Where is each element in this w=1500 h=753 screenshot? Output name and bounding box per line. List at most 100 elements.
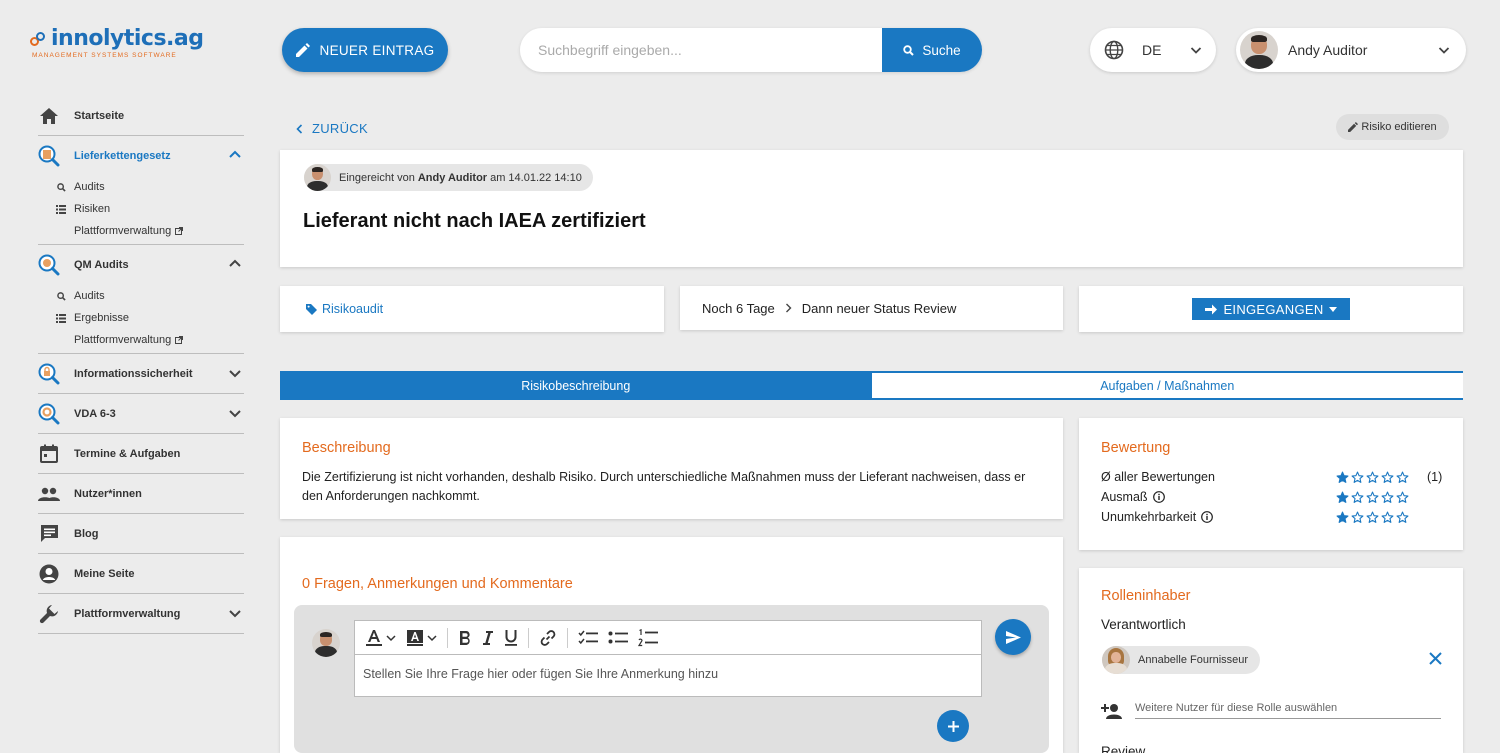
sidebar-item-blog[interactable]: Blog xyxy=(38,514,244,554)
star-outline-icon[interactable] xyxy=(1351,491,1364,504)
chevron-down-icon xyxy=(386,634,396,641)
search-input[interactable]: Suchbegriff eingeben... xyxy=(520,28,882,72)
bullet-list-icon xyxy=(608,631,628,643)
underline-icon xyxy=(505,630,517,646)
chevron-down-icon[interactable] xyxy=(228,606,242,620)
sidebar-sub-plattformverwaltung[interactable]: Plattformverwaltung xyxy=(38,220,244,242)
star-outline-icon[interactable] xyxy=(1381,511,1394,524)
sidebar-item-label: Nutzer*innen xyxy=(74,487,142,500)
bullet-list-button[interactable] xyxy=(608,628,628,648)
numbered-list-button[interactable] xyxy=(638,628,658,648)
sidebar-sub-audits[interactable]: Audits xyxy=(38,285,244,307)
brand-tagline: MANAGEMENT SYSTEMS SOFTWARE xyxy=(32,52,177,59)
search-icon xyxy=(903,44,915,56)
star-outline-icon[interactable] xyxy=(1381,491,1394,504)
tab-risikobeschreibung[interactable]: Risikobeschreibung xyxy=(280,371,872,398)
back-link[interactable]: ZURÜCK xyxy=(296,121,368,136)
info-icon[interactable] xyxy=(1152,491,1165,503)
star-outline-icon[interactable] xyxy=(1351,471,1364,484)
link-icon xyxy=(540,629,556,646)
external-link-icon xyxy=(175,227,184,235)
sidebar-item-nutzer[interactable]: Nutzer*innen xyxy=(38,474,244,514)
status-label: EINGEGANGEN xyxy=(1223,301,1324,317)
star-outline-icon[interactable] xyxy=(1351,511,1364,524)
sidebar-sub-audits[interactable]: Audits xyxy=(38,176,244,198)
close-icon[interactable] xyxy=(1429,652,1442,665)
sidebar-item-vda[interactable]: VDA 6-3 xyxy=(38,394,244,434)
comments-title: 0 Fragen, Anmerkungen und Kommentare xyxy=(302,576,573,592)
chevron-up-icon[interactable] xyxy=(228,257,242,271)
font-color-icon xyxy=(366,629,382,646)
italic-button[interactable] xyxy=(482,628,494,648)
sidebar-item-meine-seite[interactable]: Meine Seite xyxy=(38,554,244,594)
star-outline-icon[interactable] xyxy=(1366,491,1379,504)
sidebar-item-informationssicherheit[interactable]: Informationssicherheit xyxy=(38,354,244,394)
sidebar-group-lieferkette: Lieferkettengesetz Audits Risiken Plattf… xyxy=(38,136,244,245)
status-dropdown[interactable]: EINGEGANGEN xyxy=(1192,298,1350,320)
toolbar-divider xyxy=(567,627,568,648)
numbered-list-icon xyxy=(638,628,658,646)
brand-logo[interactable]: innolytics.ag MANAGEMENT SYSTEMS SOFTWAR… xyxy=(30,26,204,59)
star-filled-icon[interactable] xyxy=(1336,471,1349,484)
highlight-button[interactable] xyxy=(406,628,437,648)
chevron-down-icon[interactable] xyxy=(228,366,242,380)
tag-card[interactable]: Risikoaudit xyxy=(280,286,664,332)
edit-risk-button[interactable]: Risiko editieren xyxy=(1336,114,1449,140)
chevron-up-icon[interactable] xyxy=(228,148,242,162)
star-rating[interactable] xyxy=(1336,511,1428,524)
link-button[interactable] xyxy=(539,628,557,648)
sidebar-item-label: VDA 6-3 xyxy=(74,407,116,420)
arrow-right-icon xyxy=(1205,304,1218,314)
submitted-prefix: Eingereicht von xyxy=(339,171,415,184)
star-outline-icon[interactable] xyxy=(1396,511,1409,524)
checklist-button[interactable] xyxy=(578,628,598,648)
rating-label-text: Ausmaß xyxy=(1101,490,1148,504)
star-filled-icon[interactable] xyxy=(1336,511,1349,524)
review-label: Review xyxy=(1101,744,1146,753)
sidebar-item-termine[interactable]: Termine & Aufgaben xyxy=(38,434,244,474)
star-outline-icon[interactable] xyxy=(1396,491,1409,504)
sidebar-sub-plattformverwaltung[interactable]: Plattformverwaltung xyxy=(38,329,244,351)
pencil-icon xyxy=(1348,122,1359,132)
responsible-user-chip[interactable]: Annabelle Fournisseur xyxy=(1102,646,1261,674)
page-title: Lieferant nicht nach IAEA zertifiziert xyxy=(303,210,646,232)
info-icon[interactable] xyxy=(1201,511,1214,523)
star-outline-icon[interactable] xyxy=(1381,471,1394,484)
underline-button[interactable] xyxy=(504,628,518,648)
star-rating[interactable] xyxy=(1336,491,1428,504)
search-button[interactable]: Suche xyxy=(882,28,982,72)
description-text: Die Zertifizierung ist nicht vorhanden, … xyxy=(302,470,1026,503)
sidebar-item-qm-audits[interactable]: QM Audits xyxy=(38,245,244,285)
audit-search-icon xyxy=(38,254,60,276)
language-select[interactable]: DE xyxy=(1090,28,1216,72)
add-button[interactable] xyxy=(937,710,969,742)
deadline-text: Noch 6 Tage xyxy=(702,300,775,316)
sidebar-item-label: Plattformverwaltung xyxy=(74,607,181,620)
font-color-button[interactable] xyxy=(365,628,396,648)
star-outline-icon[interactable] xyxy=(1396,471,1409,484)
lock-search-icon xyxy=(38,363,60,385)
star-rating[interactable] xyxy=(1336,471,1428,484)
star-outline-icon[interactable] xyxy=(1366,471,1379,484)
star-filled-icon[interactable] xyxy=(1336,491,1349,504)
rating-rows: Ø aller Bewertungen (1) Ausmaß Unumkehrbark… xyxy=(1101,467,1442,527)
star-outline-icon[interactable] xyxy=(1366,511,1379,524)
sidebar-item-plattformverwaltung[interactable]: Plattformverwaltung xyxy=(38,594,244,634)
send-comment-button[interactable] xyxy=(995,619,1031,655)
sidebar-item-home[interactable]: Startseite xyxy=(38,96,244,136)
chevron-down-icon xyxy=(427,634,437,641)
comment-input[interactable]: Stellen Sie Ihre Frage hier oder fügen S… xyxy=(355,655,981,693)
tab-aufgaben[interactable]: Aufgaben / Maßnahmen xyxy=(871,371,1463,398)
chevron-down-icon[interactable] xyxy=(228,406,242,420)
status-card: EINGEGANGEN xyxy=(1079,286,1463,332)
submitted-user: Andy Auditor xyxy=(417,171,488,184)
sidebar-sub-risiken[interactable]: Risiken xyxy=(38,198,244,220)
sidebar-sub-ergebnisse[interactable]: Ergebnisse xyxy=(38,307,244,329)
bold-button[interactable] xyxy=(458,628,472,648)
new-entry-button[interactable]: NEUER EINTRAG xyxy=(282,28,448,72)
sidebar-item-lieferkettengesetz[interactable]: Lieferkettengesetz xyxy=(38,136,244,176)
add-role-user-input[interactable]: Weitere Nutzer für diese Rolle auswählen xyxy=(1135,702,1441,719)
deadline-card: Noch 6 Tage Dann neuer Status Review xyxy=(680,286,1063,330)
chat-icon xyxy=(38,523,60,545)
user-menu[interactable]: Andy Auditor xyxy=(1236,28,1466,72)
